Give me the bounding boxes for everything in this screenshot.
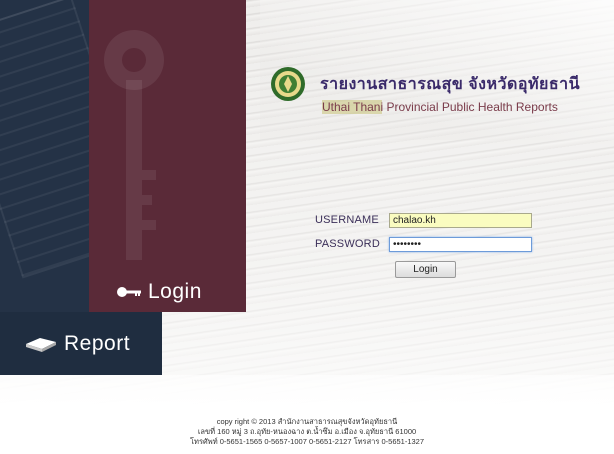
navy-side-panel	[0, 0, 89, 312]
report-panel: Report	[0, 312, 162, 375]
key-icon	[117, 287, 141, 297]
footer: copy right © 2013 สำนักงานสาธารณสุขจังหว…	[0, 417, 614, 447]
page-title-thai: รายงานสาธารณสุข จังหวัดอุทัยธานี	[320, 76, 581, 93]
page-title-english: Uthai Thani Provincial Public Health Rep…	[322, 100, 558, 114]
login-button[interactable]: Login	[395, 261, 456, 278]
key-watermark-icon	[104, 30, 164, 260]
document-texture	[0, 0, 89, 279]
username-label: USERNAME	[315, 214, 379, 226]
report-label-text: Report	[64, 332, 131, 355]
background-highlight	[260, 0, 614, 140]
book-icon	[26, 338, 56, 352]
username-input[interactable]	[389, 213, 532, 228]
password-input[interactable]	[389, 237, 532, 252]
footer-contact: โทรศัพท์ 0-5651-1565 0-5657-1007 0-5651-…	[189, 437, 425, 446]
password-label: PASSWORD	[315, 238, 380, 250]
report-link[interactable]: Report	[24, 330, 130, 358]
maroon-login-panel: Login	[89, 0, 246, 312]
footer-copyright: copy right © 2013 สำนักงานสาธารณสุขจังหว…	[216, 417, 398, 426]
login-section-label: Login	[116, 278, 202, 306]
login-label-text: Login	[148, 280, 202, 303]
provincial-seal-icon	[271, 67, 305, 101]
footer-address: เลขที่ 160 หมู่ 3 ถ.อุทัย-หนองฉาง ต.น้ำซ…	[197, 427, 417, 436]
